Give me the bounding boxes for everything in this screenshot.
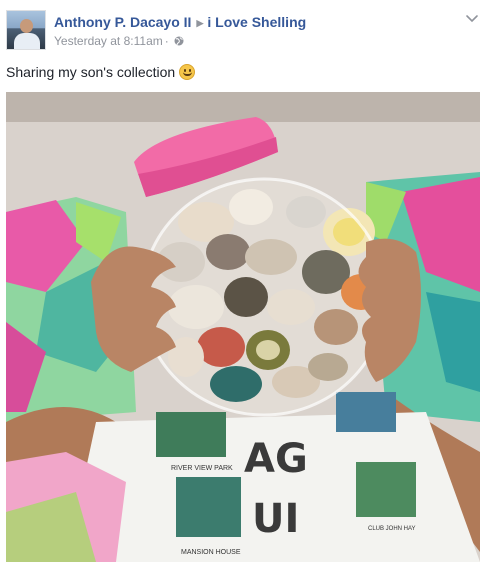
shell-jar	[140, 177, 388, 417]
post-header: Anthony P. Dacayo II ▶ i Love Shelling Yes…	[6, 8, 480, 52]
separator-dot: ·	[164, 34, 169, 48]
post-meta: Anthony P. Dacayo II ▶ i Love Shelling Yes…	[54, 13, 306, 49]
shirt-letters-right: UI	[252, 496, 299, 542]
post-names: Anthony P. Dacayo II ▶ i Love Shelling	[54, 13, 306, 32]
post-photo[interactable]: RIVER VIEW PARK MANSION HOUSE CLUB JOHN …	[6, 92, 480, 562]
avatar-head-shape	[20, 19, 33, 33]
post-subline: Yesterday at 8:11am ·	[54, 33, 306, 49]
timestamp-link[interactable]: Yesterday at 8:11am	[54, 34, 163, 48]
avatar-body-shape	[14, 33, 40, 49]
shirt-letters-left: AG	[244, 436, 308, 482]
post-message: Sharing my son's collection	[6, 63, 196, 81]
globe-icon[interactable]	[174, 36, 184, 46]
author-avatar[interactable]	[6, 10, 46, 50]
photo-illustration: RIVER VIEW PARK MANSION HOUSE CLUB JOHN …	[6, 92, 480, 562]
chevron-down-icon[interactable]	[464, 12, 480, 26]
shirt-caption-right: CLUB JOHN HAY	[368, 526, 416, 532]
shirt-caption-top: RIVER VIEW PARK	[171, 465, 233, 472]
post-message-text: Sharing my son's collection	[6, 64, 176, 80]
group-link[interactable]: i Love Shelling	[207, 14, 306, 30]
shirt-caption-bottom: MANSION HOUSE	[181, 549, 241, 556]
author-link[interactable]: Anthony P. Dacayo II	[54, 14, 191, 30]
arrow-right-icon: ▶	[196, 18, 204, 28]
smiley-emoji-icon	[179, 64, 196, 80]
